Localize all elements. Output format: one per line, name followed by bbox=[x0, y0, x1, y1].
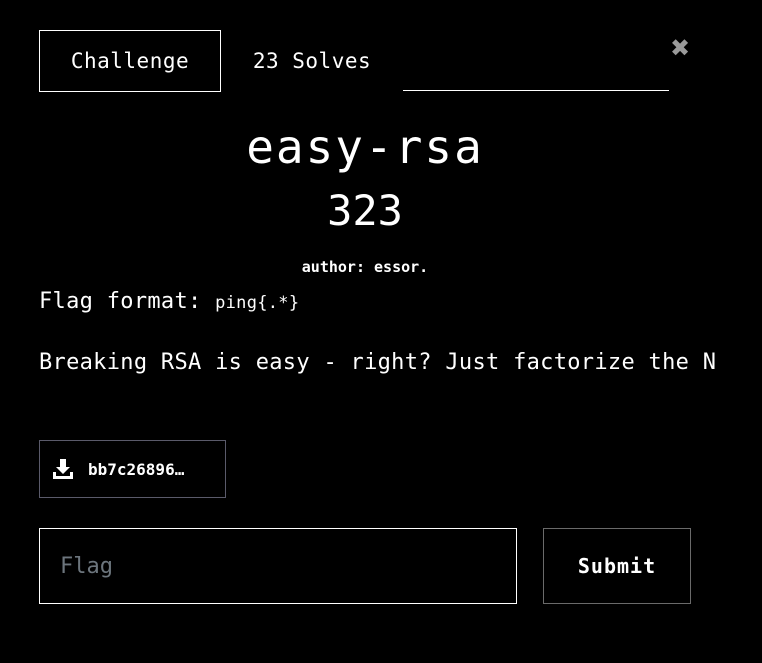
challenge-author: author: essor. bbox=[301, 258, 429, 276]
challenge-value: 323 bbox=[327, 186, 403, 235]
tab-challenge[interactable]: Challenge bbox=[39, 30, 221, 92]
tab-solves-label: 23 Solves bbox=[252, 49, 372, 73]
tab-challenge-label: Challenge bbox=[70, 49, 190, 73]
submit-button[interactable]: Submit bbox=[543, 528, 691, 604]
flag-input[interactable] bbox=[39, 528, 517, 604]
tab-divider bbox=[403, 90, 669, 91]
challenge-modal: Challenge 23 Solves ✖ easy-rsa 323 autho… bbox=[0, 0, 762, 663]
challenge-description: Breaking RSA is easy - right? Just facto… bbox=[39, 350, 717, 375]
download-icon bbox=[53, 459, 73, 479]
file-name: bb7c26896… bbox=[88, 459, 185, 479]
tab-solves[interactable]: 23 Solves bbox=[232, 30, 392, 92]
flag-format-label: Flag format: bbox=[39, 289, 216, 314]
download-file-button[interactable]: bb7c26896… bbox=[39, 440, 226, 498]
challenge-name: easy-rsa bbox=[246, 120, 484, 174]
close-icon[interactable]: ✖ bbox=[668, 36, 692, 60]
flag-format-code: ping{.*} bbox=[215, 293, 300, 313]
flag-format: Flag format: ping{.*} bbox=[39, 284, 719, 321]
